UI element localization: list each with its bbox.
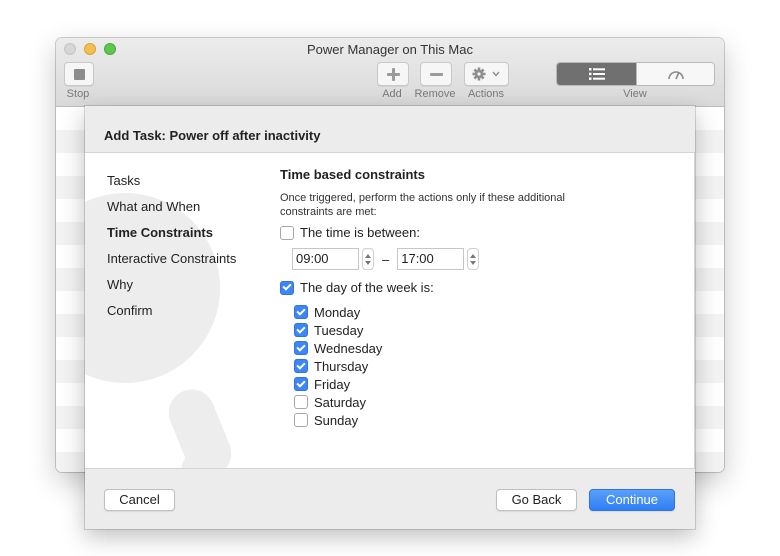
day-label: Friday xyxy=(314,376,351,392)
day-label: Monday xyxy=(314,304,361,320)
gear-icon xyxy=(472,67,500,81)
arrow-up-icon xyxy=(470,253,477,258)
day-monday[interactable]: Monday xyxy=(294,303,680,321)
window-title: Power Manager on This Mac xyxy=(307,42,473,57)
day-label: Thursday xyxy=(314,358,369,374)
day-list: Monday Tuesday Wednesday Thursday Friday xyxy=(294,303,680,429)
day-label: Sunday xyxy=(314,412,359,428)
step-confirm[interactable]: Confirm xyxy=(107,303,236,329)
actions-button[interactable] xyxy=(464,62,509,86)
sheet-title: Add Task: Power off after inactivity xyxy=(104,128,321,143)
start-time-stepper[interactable] xyxy=(362,248,374,270)
end-time-field[interactable]: 17:00 xyxy=(397,248,465,270)
saturday-checkbox[interactable] xyxy=(294,395,308,409)
step-why[interactable]: Why xyxy=(107,277,236,303)
arrow-down-icon xyxy=(470,260,477,265)
actions-label: Actions xyxy=(467,88,505,100)
stop-icon xyxy=(73,68,85,80)
titlebar: Power Manager on This Mac Stop Add Remov… xyxy=(56,38,724,107)
stop-label: Stop xyxy=(66,88,90,100)
continue-button[interactable]: Continue xyxy=(589,489,675,511)
day-of-week-label: The day of the week is: xyxy=(300,280,434,295)
day-tuesday[interactable]: Tuesday xyxy=(294,321,680,339)
step-tasks[interactable]: Tasks xyxy=(107,173,236,199)
go-back-button[interactable]: Go Back xyxy=(496,489,577,511)
day-label: Saturday xyxy=(314,394,367,410)
tuesday-checkbox[interactable] xyxy=(294,323,308,337)
step-list: Tasks What and When Time Constraints Int… xyxy=(107,173,236,329)
add-button[interactable] xyxy=(377,62,409,86)
arrow-down-icon xyxy=(365,260,371,265)
day-saturday[interactable]: Saturday xyxy=(294,393,680,411)
day-wednesday[interactable]: Wednesday xyxy=(294,339,680,357)
time-between-label: The time is between: xyxy=(300,225,420,240)
remove-label: Remove xyxy=(414,88,456,100)
section-description: Once triggered, perform the actions only… xyxy=(280,192,565,218)
list-icon xyxy=(588,68,605,80)
view-gauge-segment[interactable] xyxy=(636,63,714,85)
time-between-checkbox[interactable] xyxy=(280,225,294,240)
stop-button[interactable] xyxy=(64,62,94,86)
step-interactive-constraints[interactable]: Interactive Constraints xyxy=(107,251,236,277)
time-between-row[interactable]: The time is between: xyxy=(280,225,680,240)
plus-icon xyxy=(386,67,400,81)
start-time-field[interactable]: 09:00 xyxy=(292,248,359,270)
add-task-sheet: Add Task: Power off after inactivity Tas… xyxy=(85,106,695,529)
day-label: Tuesday xyxy=(314,322,364,338)
view-list-segment[interactable] xyxy=(557,63,636,85)
day-thursday[interactable]: Thursday xyxy=(294,357,680,375)
day-friday[interactable]: Friday xyxy=(294,375,680,393)
day-sunday[interactable]: Sunday xyxy=(294,411,680,429)
wednesday-checkbox[interactable] xyxy=(294,341,308,355)
view-segmented-control xyxy=(556,62,715,86)
remove-button[interactable] xyxy=(420,62,452,86)
end-time-stepper[interactable] xyxy=(467,248,480,270)
sheet-panel: Tasks What and When Time Constraints Int… xyxy=(85,152,695,469)
time-range: 09:00 – 17:00 xyxy=(292,248,680,270)
step-time-constraints[interactable]: Time Constraints xyxy=(107,225,236,251)
day-of-week-row[interactable]: The day of the week is: xyxy=(280,280,680,295)
step-what-and-when[interactable]: What and When xyxy=(107,199,236,225)
add-label: Add xyxy=(382,88,402,100)
time-separator: – xyxy=(382,251,390,267)
view-label: View xyxy=(623,88,647,100)
monday-checkbox[interactable] xyxy=(294,305,308,319)
gauge-icon xyxy=(667,71,684,80)
friday-checkbox[interactable] xyxy=(294,377,308,391)
constraints-content: Time based constraints Once triggered, p… xyxy=(280,167,680,429)
sunday-checkbox[interactable] xyxy=(294,413,308,427)
arrow-up-icon xyxy=(365,253,371,258)
cancel-button[interactable]: Cancel xyxy=(104,489,175,511)
thursday-checkbox[interactable] xyxy=(294,359,308,373)
day-label: Wednesday xyxy=(314,340,383,356)
section-title: Time based constraints xyxy=(280,167,425,182)
day-of-week-checkbox[interactable] xyxy=(280,280,294,295)
minus-icon xyxy=(429,72,443,76)
